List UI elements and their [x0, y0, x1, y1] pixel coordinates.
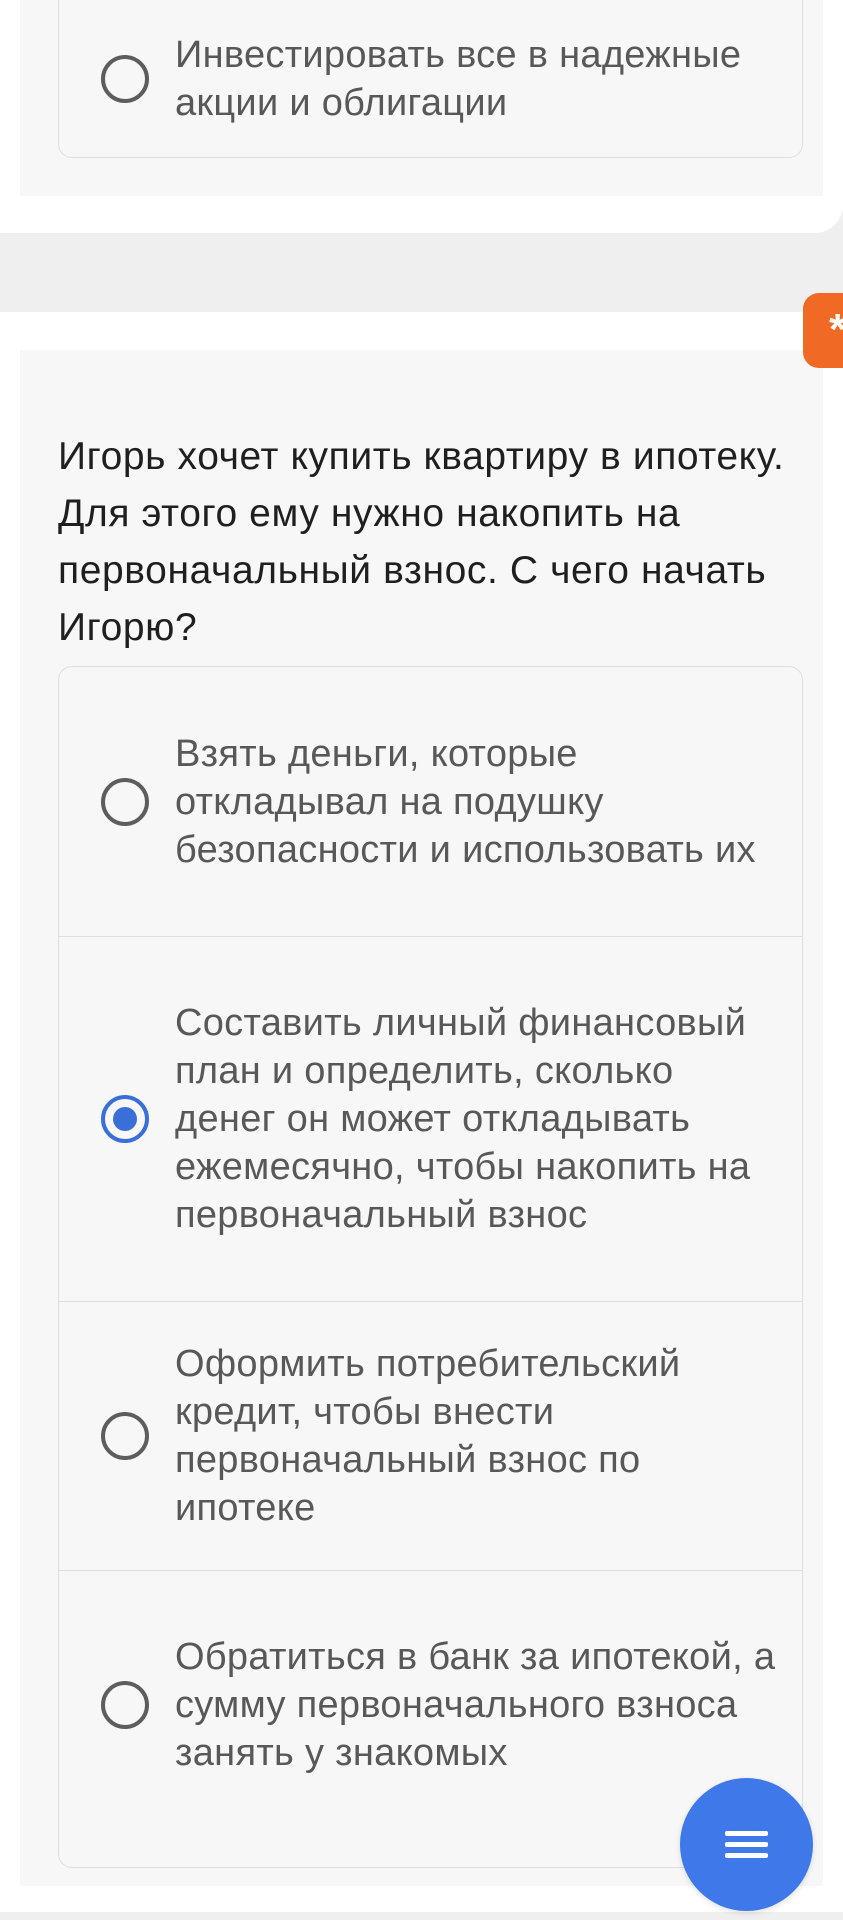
option-label: Взять деньги, которые откладывал на поду…	[175, 732, 756, 871]
option-label: Обратиться в банк за ипотекой, а сумму п…	[175, 1636, 776, 1774]
radio-unchecked-icon[interactable]	[101, 1412, 149, 1460]
option-item-selected[interactable]: Составить личный финансовый план и опред…	[59, 937, 802, 1302]
radio-unchecked-icon[interactable]	[101, 54, 149, 103]
radio-checked-icon[interactable]	[101, 1095, 149, 1143]
asterisk-icon: *	[829, 305, 843, 355]
previous-options-group: Инвестировать все в надежные акции и обл…	[58, 0, 803, 158]
radio-unchecked-icon[interactable]	[101, 1681, 149, 1729]
question-body: Игорь хочет купить квартиру в ипотеку. Д…	[20, 350, 823, 1886]
option-item[interactable]: Оформить потребительский кредит, чтобы в…	[59, 1302, 802, 1571]
previous-question-body: Инвестировать все в надежные акции и обл…	[20, 0, 823, 196]
option-item[interactable]: Обратиться в банк за ипотекой, а сумму п…	[59, 1571, 802, 1839]
option-label: Составить личный финансовый план и опред…	[175, 1002, 751, 1236]
radio-unchecked-icon[interactable]	[101, 777, 149, 826]
option-item[interactable]: Инвестировать все в надежные акции и обл…	[59, 0, 802, 156]
option-label: Инвестировать все в надежные акции и обл…	[175, 33, 742, 124]
option-label: Оформить потребительский кредит, чтобы в…	[175, 1343, 681, 1529]
menu-fab-button[interactable]	[680, 1778, 813, 1911]
previous-question-card: Инвестировать все в надежные акции и обл…	[0, 0, 843, 233]
side-tab-button[interactable]: *	[803, 293, 843, 368]
question-text: Игорь хочет купить квартиру в ипотеку. Д…	[58, 435, 785, 649]
options-group: Взять деньги, которые откладывал на поду…	[58, 666, 803, 1868]
question-card: Игорь хочет купить квартиру в ипотеку. Д…	[0, 312, 843, 1912]
option-item[interactable]: Взять деньги, которые откладывал на поду…	[59, 667, 802, 937]
